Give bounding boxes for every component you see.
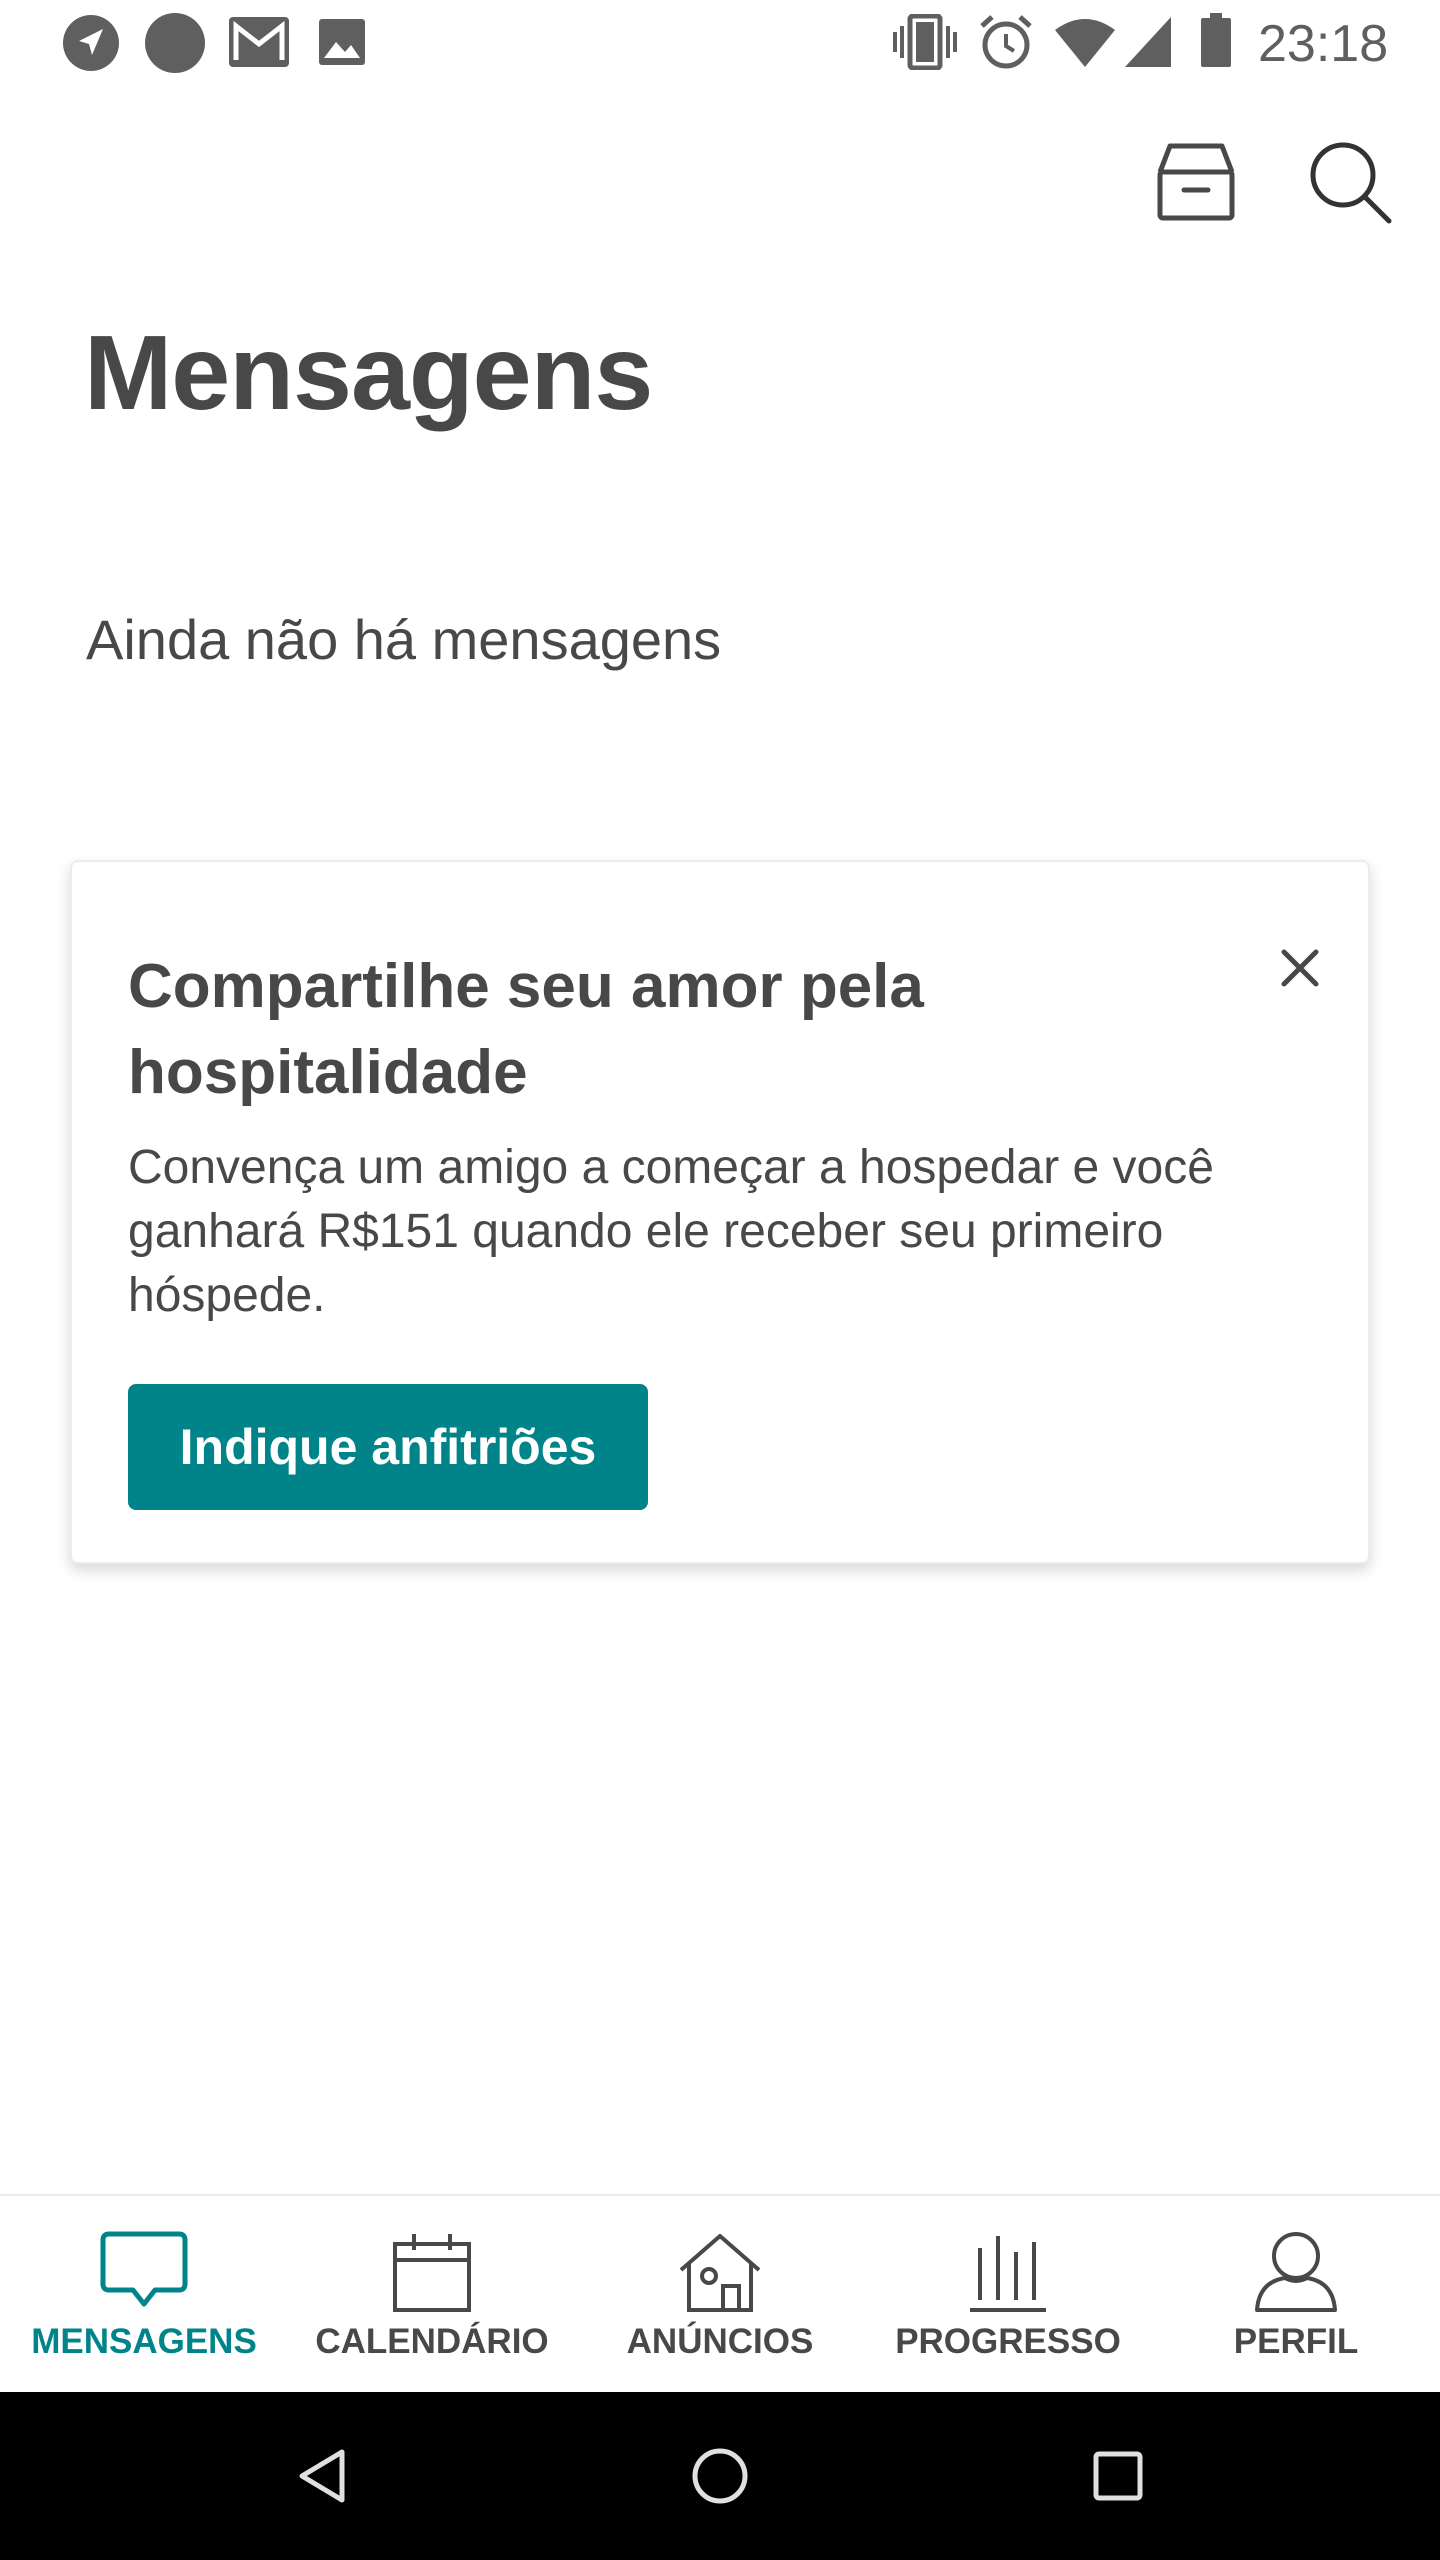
tab-label: ANÚNCIOS <box>626 2322 814 2361</box>
bottom-tab-bar: MENSAGENS CALENDÁRIO ANÚNCIOS PROGRESSO <box>0 2194 1440 2392</box>
bar-chart-icon <box>970 2236 1046 2312</box>
archive-button[interactable] <box>1146 132 1246 232</box>
navigation-icon <box>63 15 119 71</box>
tab-anuncios[interactable]: ANÚNCIOS <box>576 2196 864 2394</box>
signal-icon <box>1125 17 1171 67</box>
tab-label: PROGRESSO <box>895 2322 1121 2361</box>
system-nav-bar <box>0 2392 1440 2560</box>
search-icon <box>1310 142 1392 224</box>
calendar-icon <box>393 2234 471 2312</box>
dot-icon <box>145 13 205 73</box>
status-time: 23:18 <box>1258 15 1389 73</box>
refer-hosts-button[interactable]: Indique anfitriões <box>128 1384 648 1510</box>
vibrate-icon <box>893 14 957 70</box>
house-icon <box>679 2234 761 2312</box>
home-icon <box>692 2448 748 2504</box>
wifi-icon <box>1055 19 1115 67</box>
person-icon <box>1255 2232 1337 2312</box>
gmail-icon <box>229 17 289 67</box>
tab-label: PERFIL <box>1233 2322 1359 2361</box>
search-button[interactable] <box>1300 132 1400 232</box>
recents-button[interactable] <box>1068 2426 1168 2526</box>
tab-label: MENSAGENS <box>31 2322 257 2361</box>
close-icon <box>1281 949 1319 987</box>
recents-icon <box>1093 2451 1143 2501</box>
tab-calendario[interactable]: CALENDÁRIO <box>288 2196 576 2394</box>
alarm-icon <box>980 15 1032 69</box>
status-bar: 23:18 <box>0 0 1440 84</box>
battery-icon <box>1201 13 1231 67</box>
referral-card-title: Compartilhe seu amor pela hospitalidade <box>128 952 924 1107</box>
tab-mensagens[interactable]: MENSAGENS <box>0 2196 288 2394</box>
tab-label: CALENDÁRIO <box>315 2322 549 2361</box>
home-button[interactable] <box>670 2426 770 2526</box>
archive-icon <box>1157 143 1235 221</box>
back-icon <box>299 2449 345 2503</box>
tab-progresso[interactable]: PROGRESSO <box>864 2196 1152 2394</box>
image-icon <box>319 19 365 65</box>
chat-bubble-icon <box>100 2231 188 2307</box>
referral-card-body: Convença um amigo a começar a hospedar e… <box>128 1141 1214 1322</box>
back-button[interactable] <box>272 2426 372 2526</box>
referral-card: Compartilhe seu amor pela hospitalidade … <box>70 860 1370 1564</box>
tab-perfil[interactable]: PERFIL <box>1152 2196 1440 2394</box>
referral-card-close-button[interactable] <box>1250 918 1350 1018</box>
page-title: Mensagens <box>84 314 653 432</box>
empty-state-text: Ainda não há mensagens <box>86 608 722 671</box>
